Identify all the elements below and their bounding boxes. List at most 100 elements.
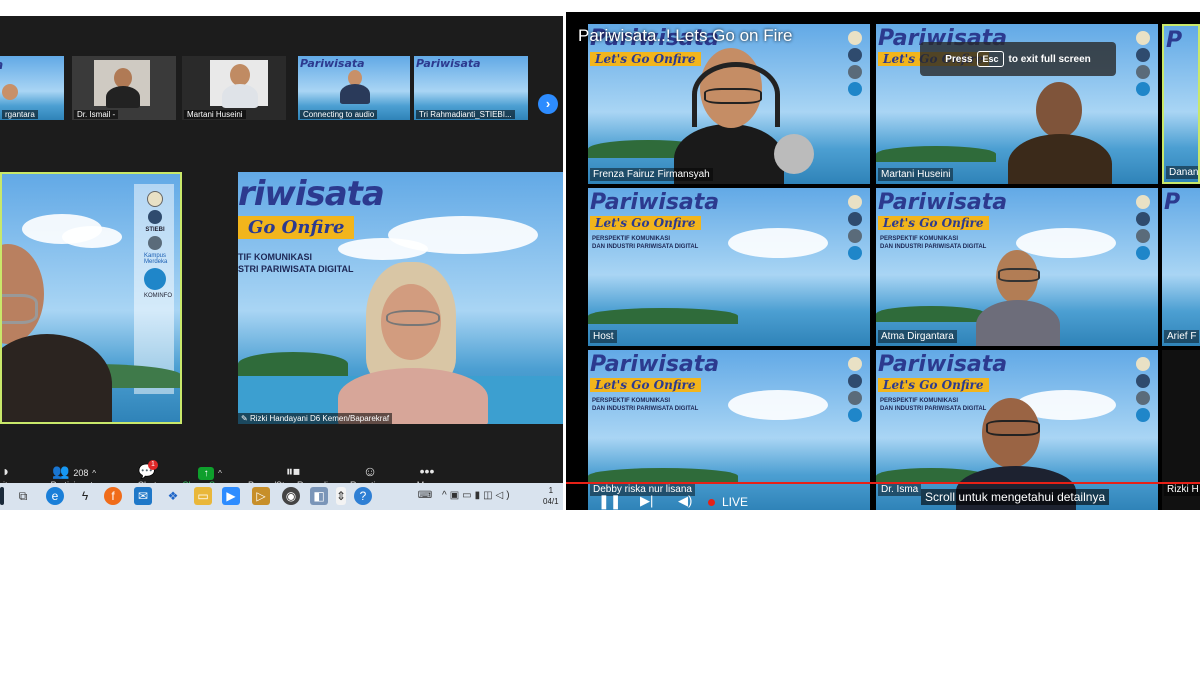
tile-slide-banner: Let's Go Onfire	[590, 216, 701, 230]
dropbox-icon[interactable]: ❖	[164, 487, 182, 505]
pause-icon: ⏸	[286, 463, 293, 479]
tile-name: Dr. Isma	[878, 483, 922, 496]
gallery-tile: Pariwisata Let's Go Onfire PERSPEKTIF KO…	[876, 350, 1158, 510]
search-box-edge	[0, 487, 4, 505]
slide-title: riwisata	[238, 174, 385, 214]
logo-kampus-merdeka-text: Kampus Merdeka	[144, 253, 168, 265]
windows-taskbar: ⧉ e ϟ f ✉ ❖ ▭ ▶ ▷ ◉ ◧ ⇕ ? ⌨ ^▣▭▮◫◁) 1 04…	[0, 483, 563, 510]
tile-name: Frenza Fairuz Firmansyah	[590, 168, 713, 181]
progress-bar[interactable]	[566, 482, 1200, 484]
volume-icon[interactable]: ◀)	[678, 493, 692, 509]
scroll-arrows-icon[interactable]: ⇕	[336, 487, 346, 505]
tile-slide-banner: Let's Go Onfire	[590, 378, 701, 392]
tile-name: Danang	[1166, 166, 1198, 179]
gallery-tile: Pariwisata Let's Go Onfire Frenza Fairuz…	[588, 24, 870, 184]
top-blank-strip	[0, 0, 563, 16]
system-tray-icons[interactable]: ^▣▭▮◫◁)	[442, 487, 532, 505]
slide-subtitle-2: STRI PARIWISATA DIGITAL	[238, 264, 354, 274]
thumbnail-name: Tri Rahmadianti_STIEBI...	[416, 110, 515, 119]
participant-thumbnail[interactable]: Martani Huseini	[182, 56, 286, 120]
chat-badge: 1	[148, 460, 158, 470]
clock[interactable]: 1 04/1	[543, 485, 559, 507]
file-explorer-icon[interactable]: ▭	[194, 487, 212, 505]
lightning-app-icon[interactable]: ϟ	[76, 487, 94, 505]
gallery-tile: Rizki H	[1162, 350, 1200, 510]
tile-name: Host	[590, 330, 617, 343]
presenter-video[interactable]: riwisata Go Onfire TIF KOMUNIKASI STRI P…	[238, 172, 563, 424]
chevron-up-icon: ^	[92, 469, 96, 478]
tile-slide-subtitle-2: DAN INDUSTRI PARIWISATA DIGITAL	[880, 406, 987, 412]
recorder-icon[interactable]: ◉	[282, 487, 300, 505]
tile-slide-subtitle-2: DAN INDUSTRI PARIWISATA DIGITAL	[592, 244, 699, 250]
thumbnail-name: Dr. Ismail -	[74, 110, 119, 119]
edge-icon[interactable]: e	[46, 487, 64, 505]
tile-slide-banner: Let's Go Onfire	[878, 216, 989, 230]
tile-name: Arief F	[1164, 330, 1200, 343]
logo-stiebi-text: STIEBI	[145, 227, 165, 233]
gallery-tile: Pariwisata Let's Go Onfire PERSPEKTIF KO…	[588, 350, 870, 510]
live-label[interactable]: LIVE	[722, 495, 748, 509]
zoom-meeting-window: isata rgantara Dr. Ismail - Martani Huse…	[0, 16, 563, 510]
tip-prefix: Press	[945, 53, 973, 65]
firefox-icon[interactable]: f	[104, 487, 122, 505]
tile-name: Rizki H	[1164, 483, 1200, 496]
tile-slide-subtitle-1: PERSPEKTIF KOMUNIKASI	[592, 236, 671, 242]
tile-slide-subtitle-1: PERSPEKTIF KOMUNIKASI	[880, 236, 959, 242]
gallery-tile: Pariwisata Let's Go Onfire PERSPEKTIF KO…	[876, 188, 1158, 346]
next-video-icon[interactable]: ▶|	[640, 493, 653, 509]
participant-thumbnail[interactable]: isata rgantara	[0, 56, 64, 120]
tile-name: Atma Dirgantara	[878, 330, 957, 343]
tile-slide-subtitle-1: PERSPEKTIF KOMUNIKASI	[880, 398, 959, 404]
next-page-button[interactable]: ›	[538, 94, 558, 114]
chevron-right-icon: ›	[545, 96, 551, 111]
thumbnail-name: Martani Huseini	[184, 110, 246, 119]
tile-name: Martani Huseini	[878, 168, 954, 181]
tile-slide-title: Pariwisata	[590, 190, 720, 215]
media-player-icon[interactable]: ▷	[252, 487, 270, 505]
caption-text: Scroll untuk mengetahui detailnya	[921, 489, 1110, 505]
tile-slide-subtitle-2: DAN INDUSTRI PARIWISATA DIGITAL	[592, 406, 699, 412]
live-dot-icon	[708, 499, 715, 506]
shield-icon: ◗	[1, 463, 11, 479]
thumbnail-slide-title: Pariwisata	[300, 57, 365, 70]
tip-suffix: to exit full screen	[1008, 53, 1091, 65]
participants-icon: 👥	[51, 463, 70, 479]
tile-slide-title: Pariwisata	[878, 352, 1008, 377]
active-speaker-video[interactable]: STIEBI Kampus Merdeka KOMINFO	[0, 172, 182, 424]
tile-slide-subtitle-2: DAN INDUSTRI PARIWISATA DIGITAL	[880, 244, 987, 250]
participant-thumbnail[interactable]: Pariwisata Connecting to audio	[298, 56, 410, 120]
chevron-up-icon: ^	[218, 469, 222, 478]
tile-slide-subtitle-1: PERSPEKTIF KOMUNIKASI	[592, 398, 671, 404]
thumbnail-name: Connecting to audio	[300, 110, 378, 119]
thumbnail-slide-title: Pariwisata	[416, 57, 481, 70]
more-dots-icon: •••	[419, 463, 435, 479]
presenter-name-label: ✎ Rizki Handayani D6 Kemen/Baparekraf	[238, 413, 393, 424]
slide-subtitle-1: TIF KOMUNIKASI	[238, 252, 312, 262]
stop-icon: ⏹	[293, 463, 300, 479]
youtube-player[interactable]: Pariwisata Let's Go Onfire Frenza Fairuz…	[566, 12, 1200, 510]
gallery-tile: Pariwisata Let's Go Onfire PERSPEKTIF KO…	[588, 188, 870, 346]
gallery-tile: P Arief F	[1162, 188, 1200, 346]
help-icon[interactable]: ?	[354, 487, 372, 505]
clock-date: 04/1	[543, 497, 559, 506]
tile-slide-title: Pariwisata	[878, 190, 1008, 215]
participant-thumbnail[interactable]: Dr. Ismail -	[72, 56, 176, 120]
pause-icon[interactable]: ❚❚	[598, 493, 621, 510]
keyboard-icon[interactable]: ⌨	[416, 487, 434, 505]
tile-slide-banner: Let's Go Onfire	[878, 378, 989, 392]
task-view-icon[interactable]: ⧉	[14, 487, 32, 505]
participant-thumbnail[interactable]: Pariwisata Tri Rahmadianti_STIEBI...	[414, 56, 528, 120]
mail-icon[interactable]: ✉	[134, 487, 152, 505]
tile-slide-title: Pariwisata	[590, 352, 720, 377]
esc-key: Esc	[977, 51, 1004, 67]
gallery-tile: P Danang	[1162, 24, 1200, 184]
video-title[interactable]: Pariwisata..! Lets Go on Fire	[578, 26, 792, 46]
participants-count: 208	[73, 468, 89, 478]
emoji-plus-icon: ☺	[362, 463, 378, 479]
book-app-icon[interactable]: ◧	[310, 487, 328, 505]
pin-icon: ✎	[241, 414, 248, 423]
zoom-app-icon[interactable]: ▶	[222, 487, 240, 505]
clock-time: 1	[548, 486, 554, 495]
logo-kominfo-text: KOMINFO	[144, 293, 172, 299]
thumbnail-name: rgantara	[2, 110, 38, 119]
